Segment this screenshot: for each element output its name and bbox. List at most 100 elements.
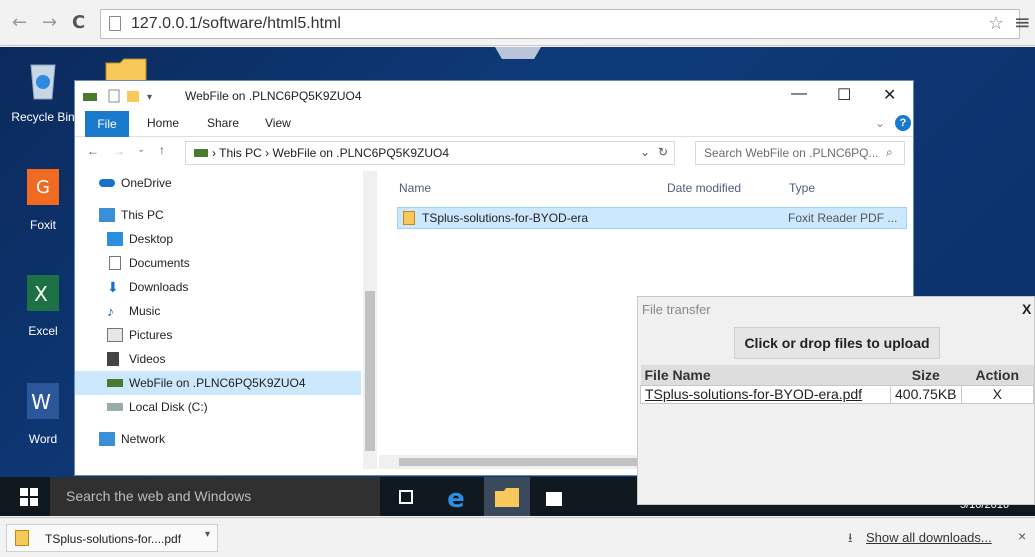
table-row[interactable]: TSplus-solutions-for-BYOD-era Foxit Read… — [397, 207, 907, 229]
close-panel-button[interactable]: X — [1022, 301, 1031, 317]
download-icon: ⭳ — [848, 530, 853, 545]
menu-icon[interactable]: ≡ — [1014, 10, 1031, 34]
column-header-date-modified[interactable]: Date modified — [667, 181, 741, 195]
sidebar-item-label: OneDrive — [121, 176, 172, 190]
store-icon[interactable] — [540, 483, 568, 511]
sidebar-item-label: Local Disk (C:) — [129, 400, 208, 414]
forward-icon[interactable]: → — [113, 144, 125, 158]
breadcrumb-webfile[interactable]: WebFile on .PLNC6PQ5K9ZUO4 — [272, 146, 449, 160]
delete-file-button[interactable]: X — [960, 384, 1034, 404]
video-icon — [107, 352, 119, 366]
window-title: WebFile on .PLNC6PQ5K9ZUO4 — [185, 89, 362, 103]
column-header-action: Action — [961, 365, 1034, 385]
column-header-size: Size — [890, 365, 961, 385]
refresh-icon[interactable]: ↻ — [658, 145, 668, 159]
reload-icon[interactable]: C — [72, 12, 85, 33]
tab-share[interactable]: Share — [207, 116, 239, 130]
file-download-link[interactable]: TSplus-solutions-for-BYOD-era.pdf — [645, 386, 862, 402]
help-icon[interactable]: ? — [895, 115, 911, 131]
excel-icon: X — [27, 275, 59, 311]
sidebar-item-pictures[interactable]: Pictures — [75, 323, 361, 347]
tab-file[interactable]: File — [85, 111, 129, 137]
sidebar-item-documents[interactable]: Documents — [75, 251, 361, 275]
column-header-name[interactable]: Name — [399, 181, 431, 195]
sidebar-item-label: WebFile on .PLNC6PQ5K9ZUO4 — [129, 376, 306, 390]
title-bar: ▾ WebFile on .PLNC6PQ5K9ZUO4 — ☐ ✕ — [75, 81, 913, 111]
edge-browser-icon[interactable]: e — [442, 483, 470, 511]
sidebar-item-webfile[interactable]: WebFile on .PLNC6PQ5K9ZUO4 — [75, 371, 361, 395]
desktop-icon-label: Excel — [28, 324, 58, 338]
desktop-icon-label: Recycle Bin — [11, 110, 75, 124]
pictures-icon — [107, 328, 123, 342]
nav-scrollbar[interactable] — [363, 171, 377, 469]
sidebar-item-label: Downloads — [129, 280, 189, 294]
tab-home[interactable]: Home — [147, 116, 179, 130]
recent-locations-icon[interactable]: ⌄ — [137, 144, 145, 155]
maximize-icon[interactable]: ☐ — [837, 85, 851, 105]
sidebar-item-onedrive[interactable]: OneDrive — [75, 171, 361, 195]
file-explorer-taskbar-button[interactable] — [484, 477, 530, 516]
address-bar[interactable]: 127.0.0.1/software/html5.html — [100, 9, 1020, 39]
navigation-pane: OneDrive This PC Desktop Documents ⬇ Dow… — [75, 171, 377, 471]
sidebar-item-music[interactable]: ♪ Music — [75, 299, 361, 323]
desktop-icon-word[interactable]: W Word — [10, 379, 76, 446]
upload-button[interactable]: Click or drop files to upload — [734, 327, 940, 359]
table-row: TSplus-solutions-for-BYOD-era.pdf 400.75… — [640, 384, 1034, 404]
sidebar-item-downloads[interactable]: ⬇ Downloads — [75, 275, 361, 299]
sidebar-item-desktop[interactable]: Desktop — [75, 227, 361, 251]
close-icon[interactable]: ✕ — [883, 85, 896, 105]
desktop-icon-excel[interactable]: X Excel — [10, 271, 76, 338]
column-header-type[interactable]: Type — [789, 181, 815, 195]
folder-icon — [105, 58, 147, 81]
forward-arrow-icon[interactable]: → — [42, 12, 57, 33]
back-icon[interactable]: ← — [87, 144, 99, 158]
file-name-cell: TSplus-solutions-for-BYOD-era.pdf — [640, 384, 891, 404]
taskbar-search-input[interactable]: Search the web and Windows — [50, 477, 380, 516]
sidebar-item-label: Desktop — [129, 232, 174, 246]
network-drive-icon — [107, 379, 123, 387]
column-header-file-name: File Name — [640, 365, 891, 385]
windows-start-icon[interactable] — [20, 488, 38, 506]
sidebar-item-this-pc[interactable]: This PC — [75, 203, 361, 227]
file-name: TSplus-solutions-for-BYOD-era — [422, 211, 589, 225]
sidebar-item-label: Music — [129, 304, 161, 318]
svg-text:G: G — [36, 177, 50, 198]
page-icon — [109, 16, 121, 31]
browser-toolbar: ← → C 127.0.0.1/software/html5.html ☆ ≡ — [0, 0, 1035, 46]
cloud-icon — [99, 179, 115, 187]
music-note-icon: ♪ — [107, 303, 114, 319]
transfer-table: File Name Size Action TSplus-solutions-f… — [640, 365, 1034, 404]
ribbon-tabs: File Home Share View ⌄ ? — [75, 111, 913, 137]
sidebar-item-videos[interactable]: Videos — [75, 347, 361, 371]
minimize-icon[interactable]: — — [791, 85, 807, 103]
sidebar-item-network[interactable]: Network — [75, 427, 361, 451]
svg-text:X: X — [34, 282, 48, 306]
ribbon-expand-icon[interactable]: ⌄ — [875, 116, 885, 130]
scroll-thumb[interactable] — [399, 458, 639, 466]
desktop-icon-foxit[interactable]: G Foxit — [10, 165, 76, 232]
desktop-icon-recycle-bin[interactable]: Recycle Bin — [10, 57, 76, 124]
scroll-thumb[interactable] — [365, 291, 375, 451]
bookmark-star-icon[interactable]: ☆ — [988, 13, 1004, 34]
chevron-down-icon[interactable]: ▾ — [205, 529, 210, 540]
panel-title: File transfer — [642, 302, 711, 317]
quick-access-toolbar-icon[interactable]: ▾ — [83, 89, 173, 103]
computer-icon — [99, 208, 115, 222]
download-item[interactable]: TSplus-solutions-for....pdf ▾ — [6, 524, 218, 552]
svg-text:e: e — [447, 484, 465, 511]
sidebar-item-local-disk[interactable]: Local Disk (C:) — [75, 395, 361, 419]
tab-view[interactable]: View — [265, 116, 291, 130]
address-dropdown-icon[interactable]: ⌄ — [640, 145, 650, 159]
network-drive-icon — [194, 149, 208, 157]
explorer-search-input[interactable]: Search WebFile on .PLNC6PQ... ⌕ — [695, 141, 905, 165]
show-all-downloads-link[interactable]: Show all downloads... — [866, 530, 992, 545]
network-icon — [99, 432, 115, 446]
sidebar-item-label: Videos — [129, 352, 166, 366]
back-arrow-icon[interactable]: ← — [12, 12, 27, 33]
session-dropdown-tab[interactable] — [495, 47, 541, 59]
explorer-address-bar[interactable]: › This PC › WebFile on .PLNC6PQ5K9ZUO4 ⌄… — [185, 141, 675, 165]
close-download-bar-icon[interactable]: × — [1018, 528, 1026, 544]
task-view-icon[interactable] — [392, 483, 420, 511]
breadcrumb-this-pc[interactable]: This PC — [219, 146, 262, 160]
up-icon[interactable]: ↑ — [159, 143, 165, 157]
